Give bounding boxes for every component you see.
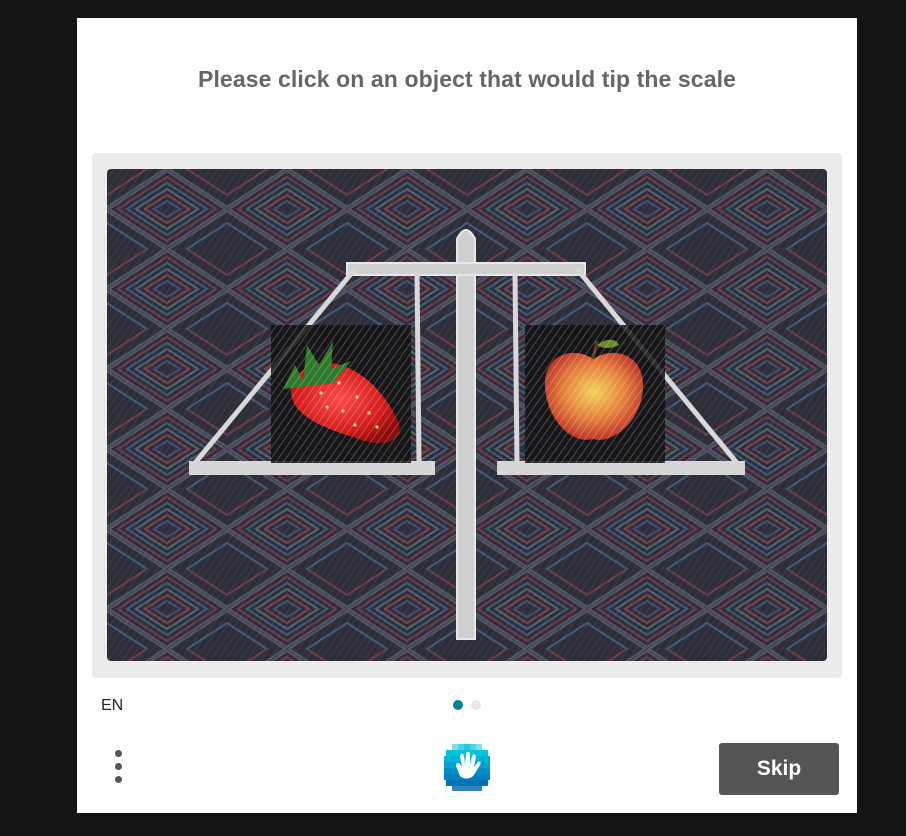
skip-button[interactable]: Skip	[719, 743, 839, 795]
language-selector[interactable]: EN	[101, 697, 123, 715]
challenge-image[interactable]	[107, 169, 827, 661]
pagination-dot-active[interactable]	[453, 700, 463, 710]
captcha-card: Please click on an object that would tip…	[77, 18, 857, 813]
more-vertical-icon[interactable]	[109, 748, 129, 788]
pagination-dot[interactable]	[471, 700, 481, 710]
hcaptcha-logo-icon[interactable]	[442, 742, 492, 792]
pagination-dots	[453, 700, 481, 710]
scale-illustration	[107, 169, 827, 661]
challenge-frame	[92, 153, 842, 678]
challenge-prompt: Please click on an object that would tip…	[198, 66, 736, 92]
